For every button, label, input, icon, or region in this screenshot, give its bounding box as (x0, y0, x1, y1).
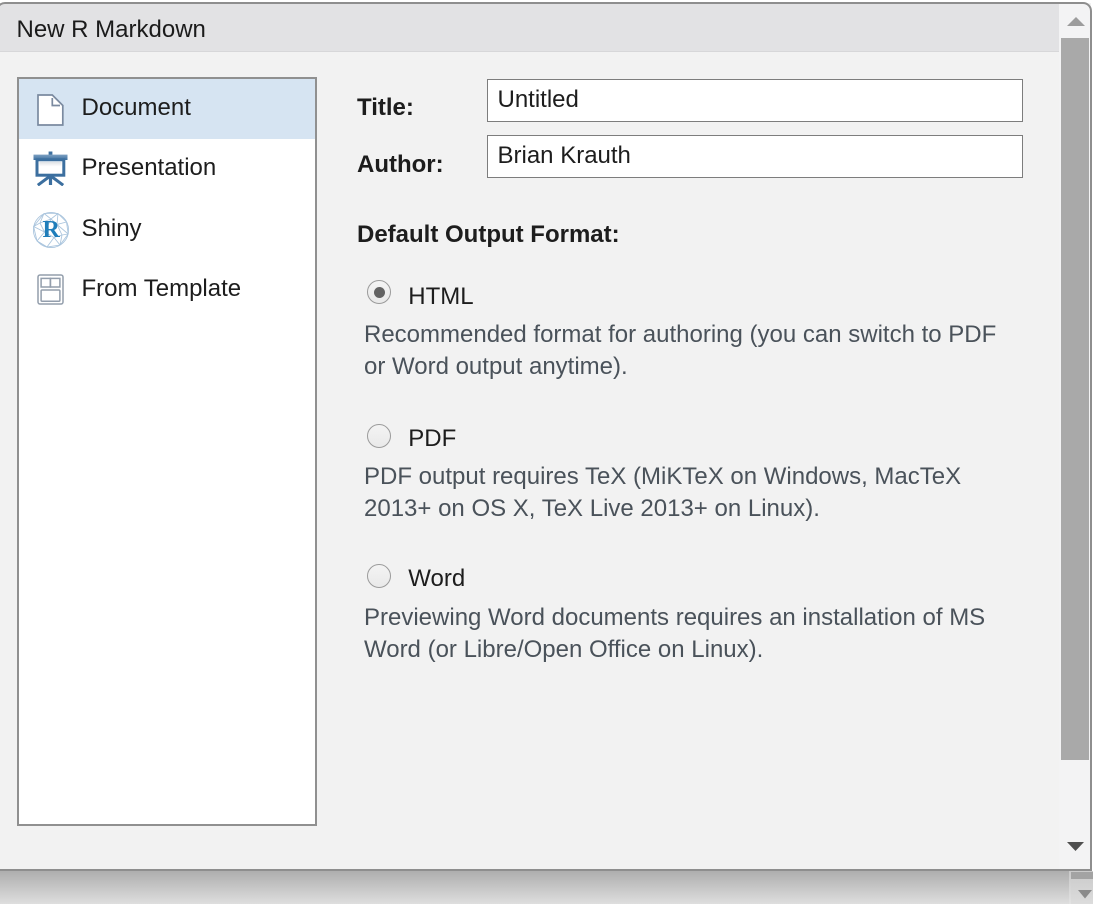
svg-text:R: R (43, 217, 61, 243)
